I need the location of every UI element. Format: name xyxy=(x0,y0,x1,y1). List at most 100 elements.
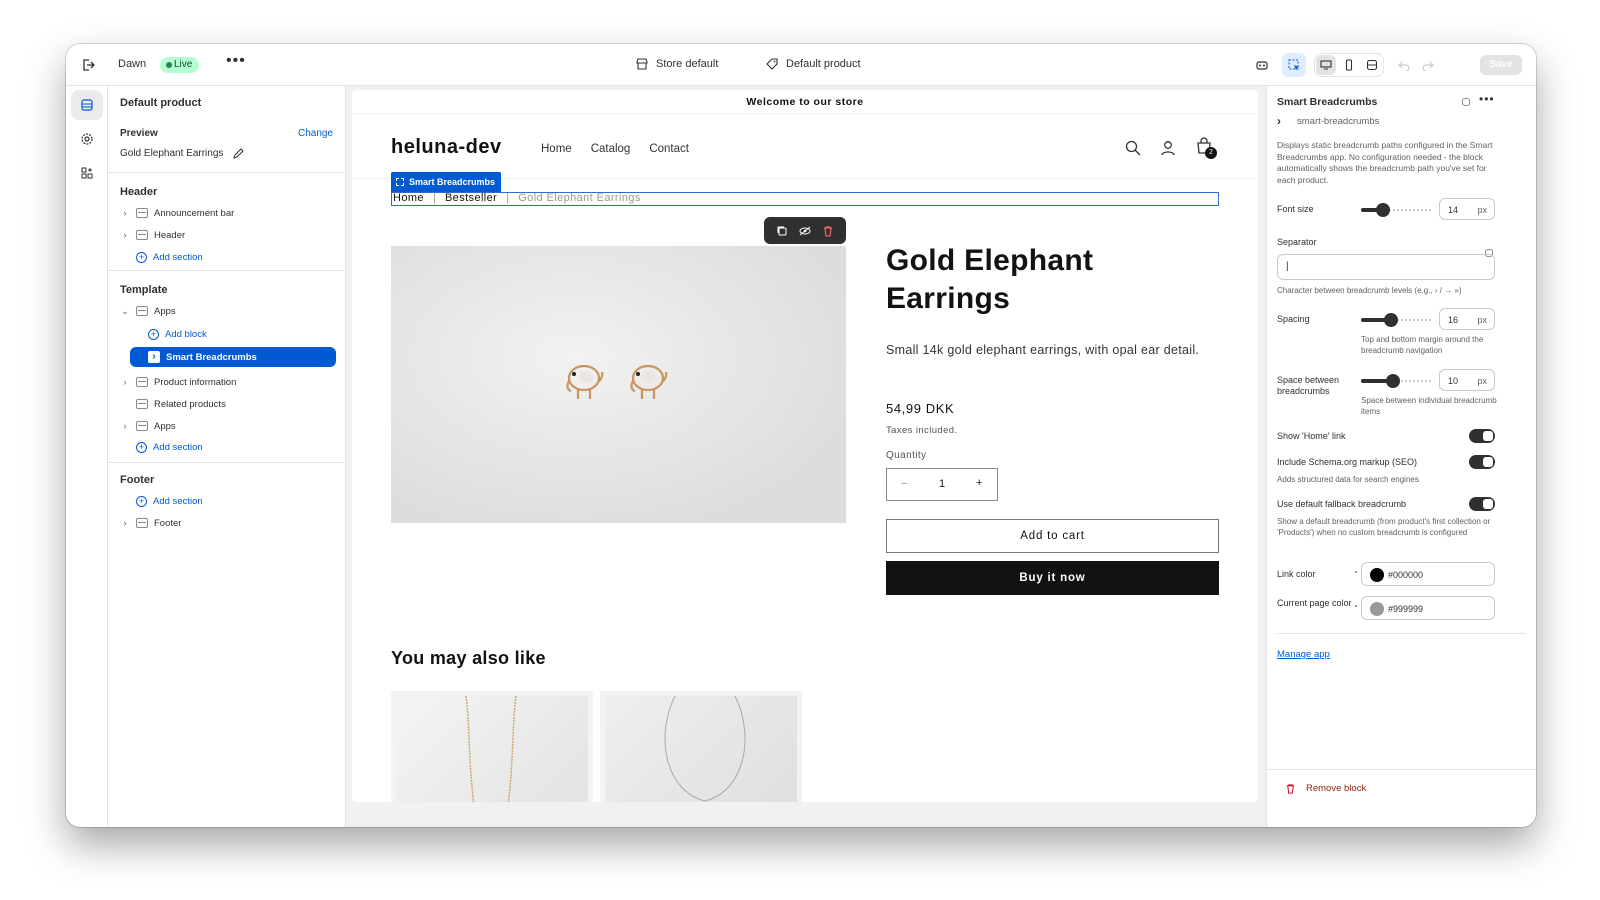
slider-knob[interactable] xyxy=(1384,313,1399,327)
tree-item-apps[interactable]: ⌄ Apps xyxy=(120,301,334,321)
related-product-card[interactable] xyxy=(391,691,593,802)
chevron-right-icon[interactable]: › xyxy=(120,377,130,387)
nav-contact[interactable]: Contact xyxy=(649,143,689,155)
manage-app-link[interactable]: Manage app xyxy=(1277,649,1330,660)
schema-help: Adds structured data for search engines xyxy=(1277,475,1419,484)
add-block-button[interactable]: + Add block xyxy=(148,324,362,344)
panel-title: Default product xyxy=(120,97,202,109)
tree-item-product-information[interactable]: › Product information xyxy=(120,372,334,392)
tree-item-announcement-bar[interactable]: › Announcement bar xyxy=(120,203,334,223)
chevron-right-icon[interactable]: › xyxy=(120,230,130,240)
ai-assistant-icon[interactable] xyxy=(1250,53,1274,77)
cart-icon[interactable]: 2 xyxy=(1195,137,1219,161)
trash-icon xyxy=(1286,784,1295,794)
add-section-footer[interactable]: + Add section xyxy=(136,491,350,511)
font-size-input[interactable]: 14 px xyxy=(1439,198,1495,220)
buy-now-button[interactable]: Buy it now xyxy=(886,561,1219,595)
fallback-label: Use default fallback breadcrumb xyxy=(1277,499,1407,509)
tree-item-smart-breadcrumbs[interactable]: › Smart Breadcrumbs xyxy=(130,347,336,367)
save-button[interactable]: Save xyxy=(1480,55,1522,75)
nav-catalog[interactable]: Catalog xyxy=(591,143,631,155)
theme-name: Dawn xyxy=(118,58,147,70)
related-product-card[interactable] xyxy=(600,691,802,802)
font-size-slider[interactable] xyxy=(1361,203,1433,217)
slider-knob[interactable] xyxy=(1385,374,1400,388)
current-color-picker[interactable]: #999999 xyxy=(1361,596,1495,620)
tree-item-footer[interactable]: › Footer xyxy=(120,513,334,533)
inspector-icon[interactable] xyxy=(1282,53,1306,77)
change-preview-link[interactable]: Change xyxy=(298,128,333,139)
quantity-plus-button[interactable]: + xyxy=(976,477,982,489)
sections-icon[interactable] xyxy=(71,90,103,120)
chevron-right-icon[interactable]: › xyxy=(120,518,130,528)
fallback-toggle[interactable] xyxy=(1469,497,1495,511)
add-to-cart-button[interactable]: Add to cart xyxy=(886,519,1219,553)
viewport-switcher xyxy=(1314,53,1384,77)
exit-icon[interactable] xyxy=(80,57,96,73)
template-group-title: Template xyxy=(120,284,168,296)
tree-item-apps-2[interactable]: › Apps xyxy=(120,416,334,436)
nav-home[interactable]: Home xyxy=(541,143,572,155)
theme-settings-icon[interactable] xyxy=(71,124,103,154)
link-color-label: Link color xyxy=(1277,569,1316,579)
block-more-button[interactable]: ••• xyxy=(1479,92,1495,106)
chevron-right-icon[interactable]: › xyxy=(120,208,130,218)
redo-icon[interactable] xyxy=(1416,53,1440,77)
dynamic-source-icon[interactable] xyxy=(1461,97,1471,107)
template-selector[interactable]: Default product xyxy=(766,58,861,70)
preview-product[interactable]: Gold Elephant Earrings xyxy=(120,148,245,159)
tree-item-header[interactable]: › Header xyxy=(120,225,334,245)
add-circle-icon: + xyxy=(136,251,147,263)
add-section-header[interactable]: + Add section xyxy=(136,247,350,267)
add-section-template[interactable]: + Add section xyxy=(136,437,350,457)
link-color-picker[interactable]: #000000 xyxy=(1361,562,1495,586)
desktop-icon[interactable] xyxy=(1316,55,1337,75)
breadcrumb-separator: | xyxy=(433,192,436,204)
related-product-image xyxy=(396,696,588,802)
editor-window: Dawn Live ••• Store default Default prod… xyxy=(66,44,1536,827)
spacing-slider[interactable] xyxy=(1361,313,1433,327)
separator-input[interactable]: | xyxy=(1277,254,1495,280)
product-image[interactable] xyxy=(391,246,846,523)
breadcrumb[interactable]: Home | Bestseller | Gold Elephant Earrin… xyxy=(391,192,1219,206)
tree-item-related-products[interactable]: Related products xyxy=(120,394,334,414)
schema-toggle[interactable] xyxy=(1469,455,1495,469)
elephant-earrings-image xyxy=(566,364,668,399)
space-between-input[interactable]: 10 px xyxy=(1439,369,1495,391)
edit-pencil-icon[interactable] xyxy=(233,148,245,159)
sections-panel: Default product Preview Change Gold Elep… xyxy=(108,86,346,827)
account-icon[interactable] xyxy=(1160,140,1176,161)
link-color-swatch[interactable] xyxy=(1370,568,1384,582)
more-actions-button[interactable]: ••• xyxy=(226,52,246,70)
apps-icon[interactable] xyxy=(71,158,103,188)
undo-icon[interactable] xyxy=(1392,53,1416,77)
current-color-swatch[interactable] xyxy=(1370,602,1384,616)
show-home-toggle[interactable] xyxy=(1469,429,1495,443)
section-icon xyxy=(136,208,148,218)
store-logo[interactable]: heluna-dev xyxy=(391,136,502,159)
quantity-stepper: − 1 + xyxy=(886,468,998,501)
quantity-minus-button[interactable]: − xyxy=(901,478,907,490)
store-selector[interactable]: Store default xyxy=(636,58,718,70)
breadcrumb-home[interactable]: Home xyxy=(393,192,424,204)
mobile-icon[interactable] xyxy=(1339,55,1359,75)
search-icon[interactable] xyxy=(1125,140,1141,161)
quantity-input[interactable]: 1 xyxy=(939,478,945,490)
chevron-down-icon[interactable]: ⌄ xyxy=(120,306,130,317)
necklace-image xyxy=(664,696,746,802)
block-title: Smart Breadcrumbs xyxy=(1277,96,1378,108)
cart-count-badge: 2 xyxy=(1205,147,1217,159)
delete-icon[interactable] xyxy=(822,225,834,237)
space-between-slider[interactable] xyxy=(1361,374,1433,388)
app-chevron-icon: › xyxy=(1277,114,1281,128)
fullscreen-icon[interactable] xyxy=(1362,55,1382,75)
remove-block-button[interactable]: Remove block xyxy=(1285,783,1366,794)
section-icon xyxy=(136,518,148,528)
chevron-right-icon[interactable]: › xyxy=(120,421,130,431)
duplicate-icon[interactable] xyxy=(776,225,788,237)
spacing-input[interactable]: 16 px xyxy=(1439,308,1495,330)
preview-label: Preview xyxy=(120,128,158,139)
breadcrumb-bestseller[interactable]: Bestseller xyxy=(445,192,497,204)
slider-knob[interactable] xyxy=(1375,203,1390,217)
hide-eye-icon[interactable] xyxy=(799,225,811,237)
